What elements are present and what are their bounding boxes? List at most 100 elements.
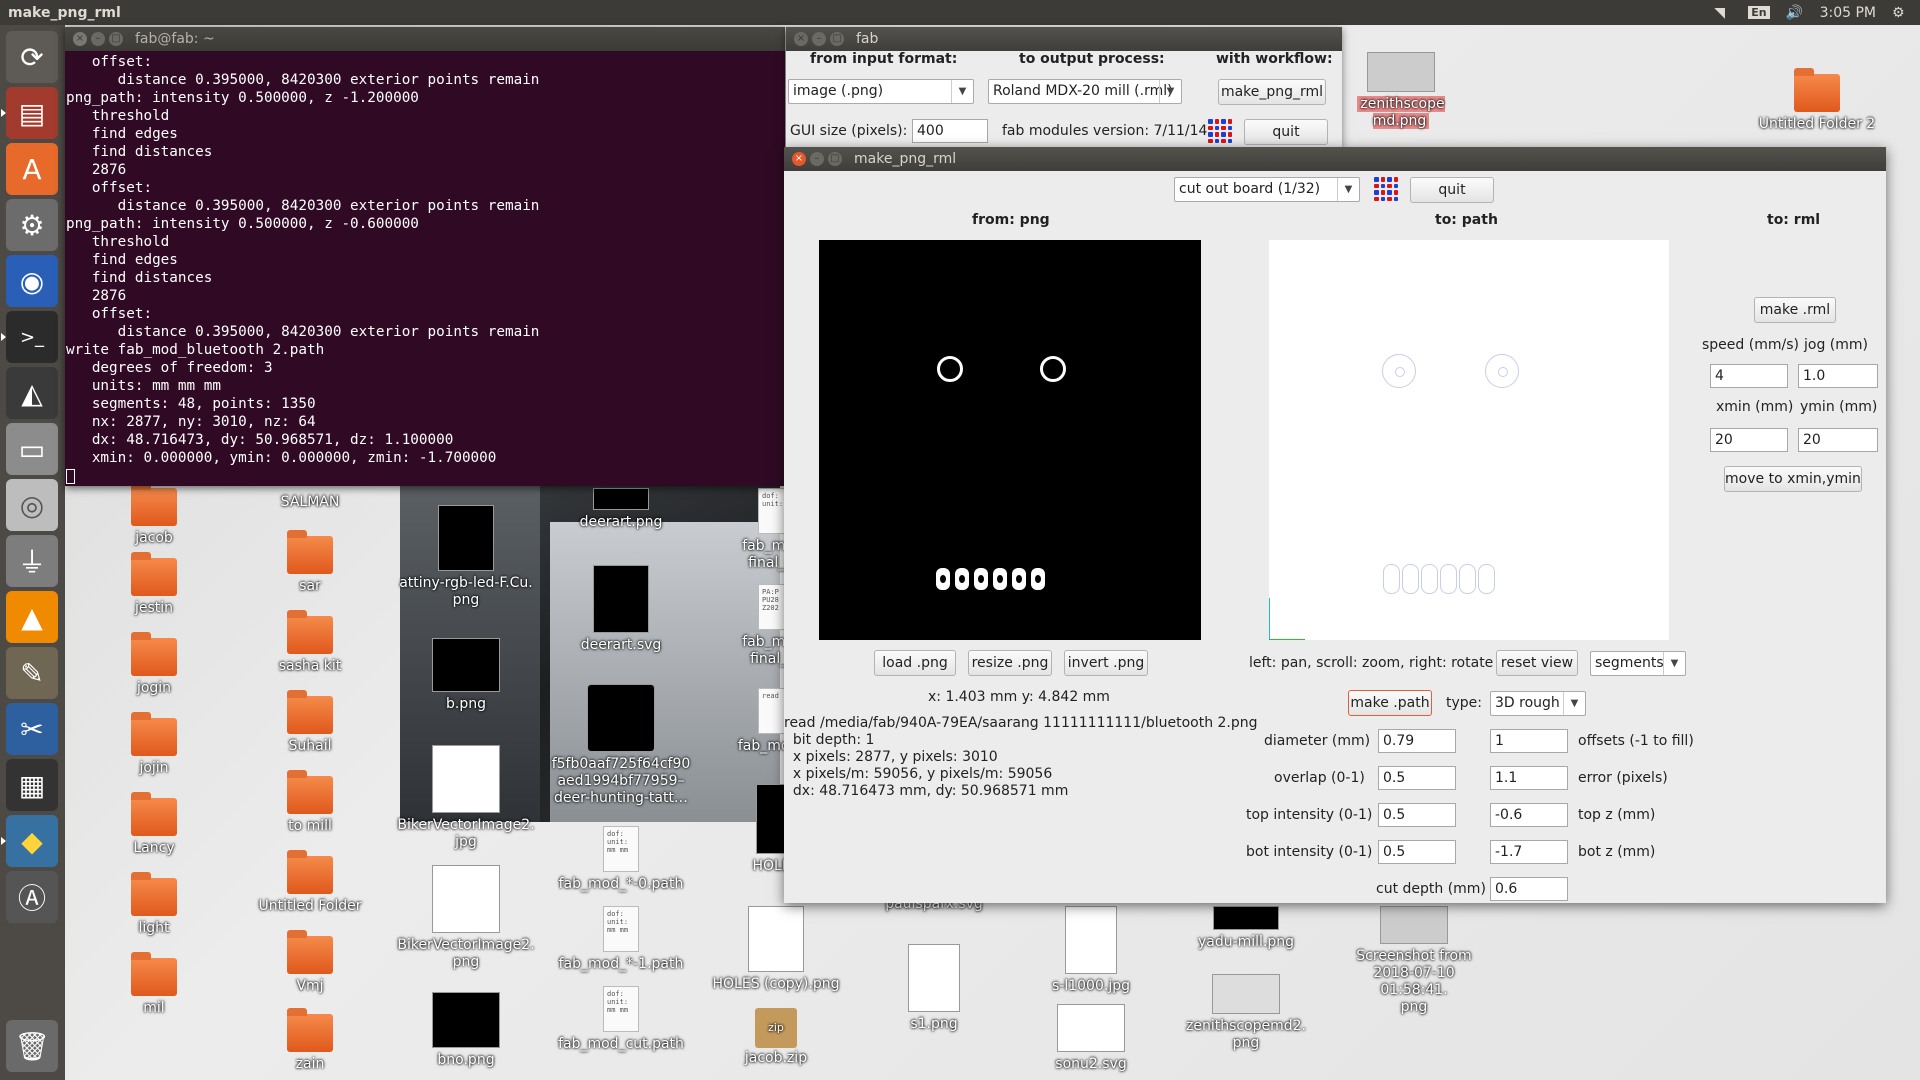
rml-titlebar[interactable]: × – □ make_png_rml	[784, 147, 1886, 171]
make-rml-button[interactable]: make .rml	[1754, 297, 1836, 323]
folder-jojin[interactable]: jojin	[84, 712, 224, 777]
keyboard-layout-indicator[interactable]: En	[1748, 6, 1770, 19]
invert-png-button[interactable]: invert .png	[1064, 650, 1148, 676]
offsets-input[interactable]: 1	[1490, 729, 1568, 753]
file-deerart-png[interactable]: deerart.png	[551, 488, 691, 531]
resize-png-button[interactable]: resize .png	[968, 650, 1052, 676]
file-b-png[interactable]: b.png	[396, 638, 536, 713]
folder-untitled-2[interactable]: Untitled Folder 2	[1747, 68, 1887, 133]
reset-view-button[interactable]: reset view	[1496, 650, 1578, 676]
file-jacob-zip[interactable]: zip jacob.zip	[706, 1008, 846, 1067]
power-gear-icon[interactable]: ⚙	[1892, 6, 1910, 20]
folder-sasha-kit[interactable]: sasha kit	[240, 610, 380, 675]
clock[interactable]: 3:05 PM	[1820, 5, 1876, 21]
cut-depth-input[interactable]: 0.6	[1490, 877, 1568, 901]
software-center-icon[interactable]: A	[6, 143, 58, 195]
dvd-icon[interactable]: ◎	[6, 479, 58, 531]
folder-to-mill[interactable]: to mill	[240, 770, 380, 835]
bot-z-input[interactable]: -1.7	[1490, 840, 1568, 864]
folder-vmj[interactable]: Vmj	[240, 930, 380, 995]
top-z-input[interactable]: -0.6	[1490, 803, 1568, 827]
bot-intensity-input[interactable]: 0.5	[1378, 840, 1456, 864]
file-sonu2[interactable]: sonu2.svg	[1021, 1004, 1161, 1073]
file-s1-png[interactable]: s1.png	[864, 944, 1004, 1033]
folder-mil[interactable]: mil	[84, 952, 224, 1017]
file-biker-jpg[interactable]: BikerVectorImage2. jpg	[396, 745, 536, 851]
xmin-input[interactable]: 20	[1710, 428, 1788, 452]
fab-quit-button[interactable]: quit	[1244, 119, 1328, 145]
file-fab-mod-cut[interactable]: dof: unit: mm mm fab_mod_cut.path	[551, 986, 691, 1053]
file-biker-png[interactable]: BikerVectorImage2. png	[396, 865, 536, 971]
folder-jogin[interactable]: jogin	[84, 632, 224, 697]
ubuntu-settings-icon[interactable]: ⟳	[6, 31, 58, 83]
ymin-input[interactable]: 20	[1798, 428, 1878, 452]
file-bno-png[interactable]: bno.png	[396, 992, 536, 1069]
folder-sar[interactable]: sar	[240, 530, 380, 595]
maximize-icon[interactable]: □	[830, 32, 844, 46]
file-deer-hunting[interactable]: f5fb0aaf725f64cf90 aed1994bf77959– deer-…	[551, 684, 691, 807]
minimize-icon[interactable]: –	[91, 32, 105, 46]
folder-jestin[interactable]: jestin	[84, 552, 224, 617]
top-intensity-input[interactable]: 0.5	[1378, 803, 1456, 827]
rml-quit-button[interactable]: quit	[1410, 177, 1494, 203]
fab-titlebar[interactable]: × – □ fab	[786, 27, 1342, 51]
diameter-input[interactable]: 0.79	[1378, 729, 1456, 753]
file-fab-mod-0[interactable]: dof: unit: mm mm fab_mod_*-0.path	[551, 826, 691, 893]
folder-suhail[interactable]: Suhail	[240, 690, 380, 755]
output-process-select[interactable]: Roland MDX-20 mill (.rml) ▼	[988, 79, 1182, 104]
file-zenithscope-md[interactable]: zenithscope md.png	[1331, 52, 1471, 130]
wifi-icon[interactable]: ◥	[1714, 6, 1732, 20]
minimize-icon[interactable]: –	[810, 152, 824, 166]
view-mode-select[interactable]: segments ▼	[1590, 651, 1686, 676]
process-select[interactable]: cut out board (1/32) ▼	[1174, 177, 1360, 202]
folder-jacob[interactable]: jacob	[84, 482, 224, 547]
video-editor-icon[interactable]: ✂	[6, 703, 58, 755]
terminal-window[interactable]: × – □ fab@fab: ~ offset: distance 0.3950…	[65, 27, 785, 486]
close-icon[interactable]: ×	[792, 152, 806, 166]
close-icon[interactable]: ×	[73, 32, 87, 46]
trash-icon[interactable]: 🗑	[6, 1020, 58, 1072]
close-icon[interactable]: ×	[794, 32, 808, 46]
file-holes-copy[interactable]: HOLES (copy).png	[706, 906, 846, 993]
file-screenshot[interactable]: Screenshot from 2018-07-10 01:58:41. png	[1344, 906, 1484, 1016]
load-png-button[interactable]: load .png	[874, 650, 956, 676]
file-attiny[interactable]: attiny-rgb-led-F.Cu. png	[396, 505, 536, 609]
jog-input[interactable]: 1.0	[1798, 364, 1878, 388]
volume-icon[interactable]: 🔊	[1786, 6, 1804, 20]
path-preview-canvas[interactable]	[1269, 240, 1669, 640]
move-to-xmin-ymin-button[interactable]: move to xmin,ymin	[1724, 466, 1862, 492]
file-s-l1000[interactable]: s-l1000.jpg	[1021, 906, 1161, 995]
python-icon[interactable]: ◆	[6, 815, 58, 867]
software-updater-icon[interactable]: Ⓐ	[6, 871, 58, 923]
png-preview-canvas[interactable]	[819, 240, 1201, 640]
file-fab-mod-1[interactable]: dof: unit: mm mm fab_mod_*-1.path	[551, 906, 691, 973]
overlap-input[interactable]: 0.5	[1378, 766, 1456, 790]
folder-zain[interactable]: zain	[240, 1008, 380, 1073]
fab-window[interactable]: × – □ fab from input format: to output p…	[786, 27, 1342, 147]
make-path-button[interactable]: make .path	[1348, 690, 1432, 716]
folder-lancy[interactable]: Lancy	[84, 792, 224, 857]
workflow-button[interactable]: make_png_rml	[1218, 79, 1326, 105]
gimp-icon[interactable]: ✎	[6, 647, 58, 699]
usb-icon[interactable]: ⏚	[6, 535, 58, 587]
error-input[interactable]: 1.1	[1490, 766, 1568, 790]
firefox-icon[interactable]: ◉	[6, 255, 58, 307]
file-yadu-mill[interactable]: yadu-mill.png	[1176, 906, 1316, 951]
file-zenithscopemd2[interactable]: zenithscopemd2. png	[1176, 974, 1316, 1052]
maximize-icon[interactable]: □	[828, 152, 842, 166]
make-png-rml-window[interactable]: × – □ make_png_rml cut out board (1/32) ▼…	[784, 147, 1886, 903]
input-format-select[interactable]: image (.png) ▼	[788, 79, 974, 104]
film-icon[interactable]: ▦	[6, 759, 58, 811]
inkscape-icon[interactable]: ◭	[6, 367, 58, 419]
terminal-output[interactable]: offset: distance 0.395000, 8420300 exter…	[65, 51, 785, 485]
terminal-titlebar[interactable]: × – □ fab@fab: ~	[65, 27, 785, 51]
drive-icon[interactable]: ▭	[6, 423, 58, 475]
folder-light[interactable]: light	[84, 872, 224, 937]
system-settings-icon[interactable]: ⚙	[6, 199, 58, 251]
files-icon[interactable]: ▤	[6, 87, 58, 139]
speed-input[interactable]: 4	[1710, 364, 1788, 388]
folder-untitled[interactable]: Untitled Folder	[240, 850, 380, 915]
file-deerart-svg[interactable]: deerart.svg	[551, 565, 691, 654]
maximize-icon[interactable]: □	[109, 32, 123, 46]
path-type-select[interactable]: 3D rough ▼	[1490, 691, 1586, 716]
